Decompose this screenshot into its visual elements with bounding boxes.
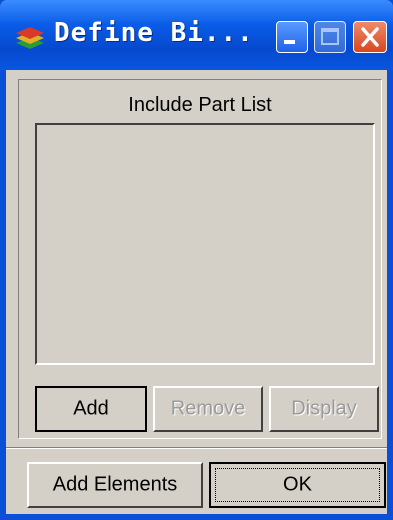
add-button[interactable]: Add [35,386,147,432]
remove-button-label: Remove [170,397,246,420]
title-bar[interactable]: Define Bi... [0,0,393,70]
dialog-window: Define Bi... Include Part List Add Remov… [0,0,393,520]
minimize-button[interactable] [276,21,308,53]
minimize-icon [284,40,295,44]
separator [6,447,387,449]
close-icon [361,27,379,47]
display-button-label: Display [291,397,357,420]
group-title: Include Part List [128,94,272,116]
add-button-label: Add [73,397,109,420]
remove-button[interactable]: Remove [153,386,263,432]
window-title: Define Bi... [54,18,254,48]
close-button[interactable] [353,21,387,53]
display-button[interactable]: Display [269,386,379,432]
maximize-icon [321,28,339,45]
include-part-listbox[interactable] [35,123,375,365]
maximize-button[interactable] [314,21,346,53]
add-elements-button[interactable]: Add Elements [27,462,203,508]
add-elements-button-label: Add Elements [52,473,178,496]
include-part-list-group: Include Part List Add Remove Display [18,79,382,439]
ok-button[interactable]: OK [209,462,386,508]
layers-icon [16,27,44,49]
ok-button-label: OK [283,473,312,496]
